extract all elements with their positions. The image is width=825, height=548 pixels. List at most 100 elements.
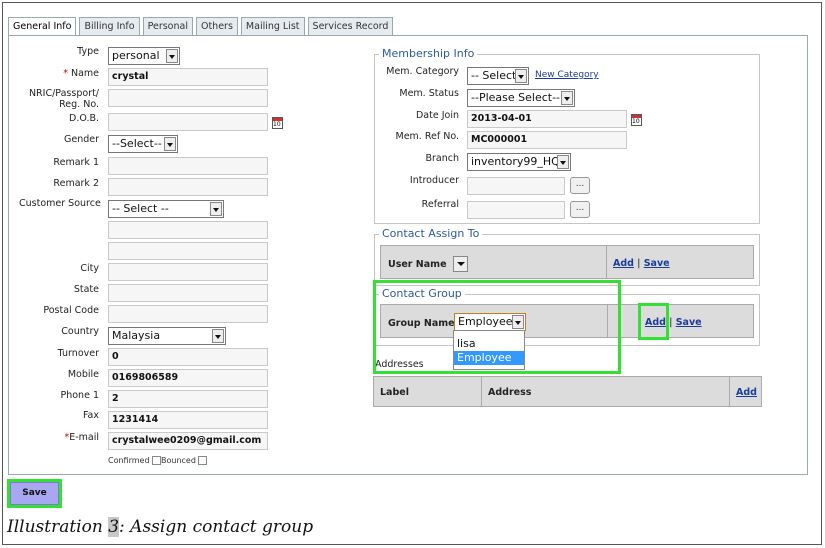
dob-label: D.O.B.: [69, 113, 99, 124]
mem-status-value: --Please Select--: [471, 91, 561, 104]
chevron-down-icon: [210, 202, 222, 216]
gender-label: Gender: [63, 134, 99, 145]
branch-label: Branch: [425, 153, 459, 164]
user-name-dropdown[interactable]: [453, 256, 468, 272]
mem-status-select[interactable]: --Please Select--: [467, 89, 575, 107]
state-field[interactable]: [108, 284, 268, 302]
contact-group-save-link[interactable]: Save: [676, 317, 702, 328]
contact-assign-save-link[interactable]: Save: [644, 258, 670, 269]
chevron-down-icon: [515, 69, 527, 83]
turnover-label: Turnover: [57, 348, 99, 359]
caption-prefix: Illustration: [7, 517, 109, 537]
separator: |: [637, 258, 641, 269]
addresses-grid: Label Address Add: [373, 376, 762, 407]
customer-source-select[interactable]: -- Select --: [108, 200, 224, 218]
separator: |: [669, 317, 673, 328]
city-field[interactable]: [108, 263, 268, 281]
branch-select-value: inventory99_HQ: [471, 155, 560, 168]
remark2-label: Remark 2: [53, 178, 99, 189]
referral-label: Referral: [421, 199, 459, 210]
nric-label: NRIC/Passport/Reg. No.: [19, 88, 99, 110]
chevron-down-icon: [561, 91, 573, 105]
user-name-header: User Name: [388, 259, 447, 270]
remark1-field[interactable]: [108, 157, 268, 175]
name-field[interactable]: crystal: [108, 68, 268, 86]
type-select[interactable]: personal: [108, 47, 180, 65]
gender-select-value: --Select--: [112, 137, 162, 150]
tab-services-record[interactable]: Services Record: [307, 17, 394, 35]
email-label: *E-mail: [64, 432, 99, 443]
add-link-highlight: [638, 303, 669, 340]
mobile-field[interactable]: 0169806589: [108, 369, 268, 387]
introducer-label: Introducer: [409, 175, 459, 186]
fax-field[interactable]: 1231414: [108, 411, 268, 429]
mobile-label: Mobile: [67, 369, 99, 380]
address-line1-field[interactable]: [108, 221, 268, 239]
contact-assign-actions: Add | Save: [613, 258, 670, 269]
nric-label-line1: NRIC/Passport/: [28, 88, 99, 99]
date-join-field[interactable]: 2013-04-01: [467, 110, 627, 128]
bounced-label: Bounced: [161, 456, 196, 465]
chevron-down-icon: [166, 49, 178, 63]
type-select-value: personal: [112, 49, 160, 62]
phone1-label: Phone 1: [60, 390, 100, 401]
save-button[interactable]: Save: [10, 482, 59, 505]
country-label: Country: [61, 326, 99, 337]
new-category-link[interactable]: New Category: [535, 70, 599, 80]
chevron-down-icon: [212, 329, 224, 343]
postal-code-field[interactable]: [108, 305, 268, 323]
caption-suffix: : Assign contact group: [119, 517, 314, 537]
tab-others[interactable]: Others: [195, 17, 238, 35]
dob-field[interactable]: [108, 113, 268, 131]
turnover-field[interactable]: 0: [108, 348, 268, 366]
tab-billing-info[interactable]: Billing Info: [79, 17, 140, 35]
postal-code-label: Postal Code: [43, 305, 99, 316]
address-line2-field[interactable]: [108, 242, 268, 260]
referral-field[interactable]: [467, 201, 565, 219]
bounced-option: Bounced: [161, 456, 207, 465]
chevron-down-icon: [164, 137, 176, 151]
email-label-text: E-mail: [69, 432, 99, 443]
gender-select[interactable]: --Select--: [108, 135, 178, 153]
introducer-field[interactable]: [467, 177, 565, 195]
column-divider: [606, 246, 607, 278]
mem-category-select[interactable]: -- Select: [467, 67, 529, 85]
address-add-link[interactable]: Add: [736, 387, 757, 398]
calendar-icon[interactable]: [272, 117, 283, 129]
introducer-browse-button[interactable]: ...: [570, 177, 590, 194]
confirmed-option: Confirmed: [108, 456, 161, 465]
customer-source-value: -- Select --: [112, 202, 169, 215]
country-select[interactable]: Malaysia: [108, 327, 226, 345]
contact-assign-legend: Contact Assign To: [379, 227, 483, 240]
confirmed-checkbox[interactable]: [151, 456, 161, 465]
date-join-label: Date Join: [415, 110, 459, 121]
address-header: Address: [488, 387, 532, 398]
chevron-down-icon: [557, 155, 569, 169]
tab-mailing-list[interactable]: Mailing List: [240, 17, 305, 35]
tab-general-info[interactable]: General Info: [8, 17, 77, 36]
mem-ref-no-label: Mem. Ref No.: [395, 131, 460, 142]
contact-group-highlight: [373, 280, 621, 374]
calendar-icon[interactable]: [631, 114, 642, 126]
contact-assign-add-link[interactable]: Add: [613, 258, 634, 269]
mem-ref-no-field[interactable]: MC000001: [467, 131, 627, 149]
nric-field[interactable]: [108, 89, 268, 107]
phone1-field[interactable]: 2: [108, 390, 268, 408]
branch-select[interactable]: inventory99_HQ: [467, 153, 571, 171]
column-divider: [729, 377, 730, 406]
mem-category-label: Mem. Category: [386, 66, 459, 77]
contact-assign-grid: User Name Add | Save: [380, 245, 754, 279]
tab-personal[interactable]: Personal: [142, 17, 193, 35]
name-label: * Name: [63, 68, 99, 79]
bounced-checkbox[interactable]: [197, 456, 207, 465]
address-label-header: Label: [380, 387, 409, 398]
name-label-text: Name: [70, 68, 99, 79]
remark1-label: Remark 1: [53, 157, 99, 168]
caption-number: 3: [108, 517, 120, 537]
remark2-field[interactable]: [108, 178, 268, 196]
email-field[interactable]: crystalwee0209@gmail.com: [108, 432, 268, 450]
chevron-down-icon: [457, 262, 465, 266]
mem-status-label: Mem. Status: [399, 88, 459, 99]
referral-browse-button[interactable]: ...: [570, 201, 590, 218]
general-info-panel: Type personal * Name crystal NRIC/Passpo…: [8, 35, 808, 475]
